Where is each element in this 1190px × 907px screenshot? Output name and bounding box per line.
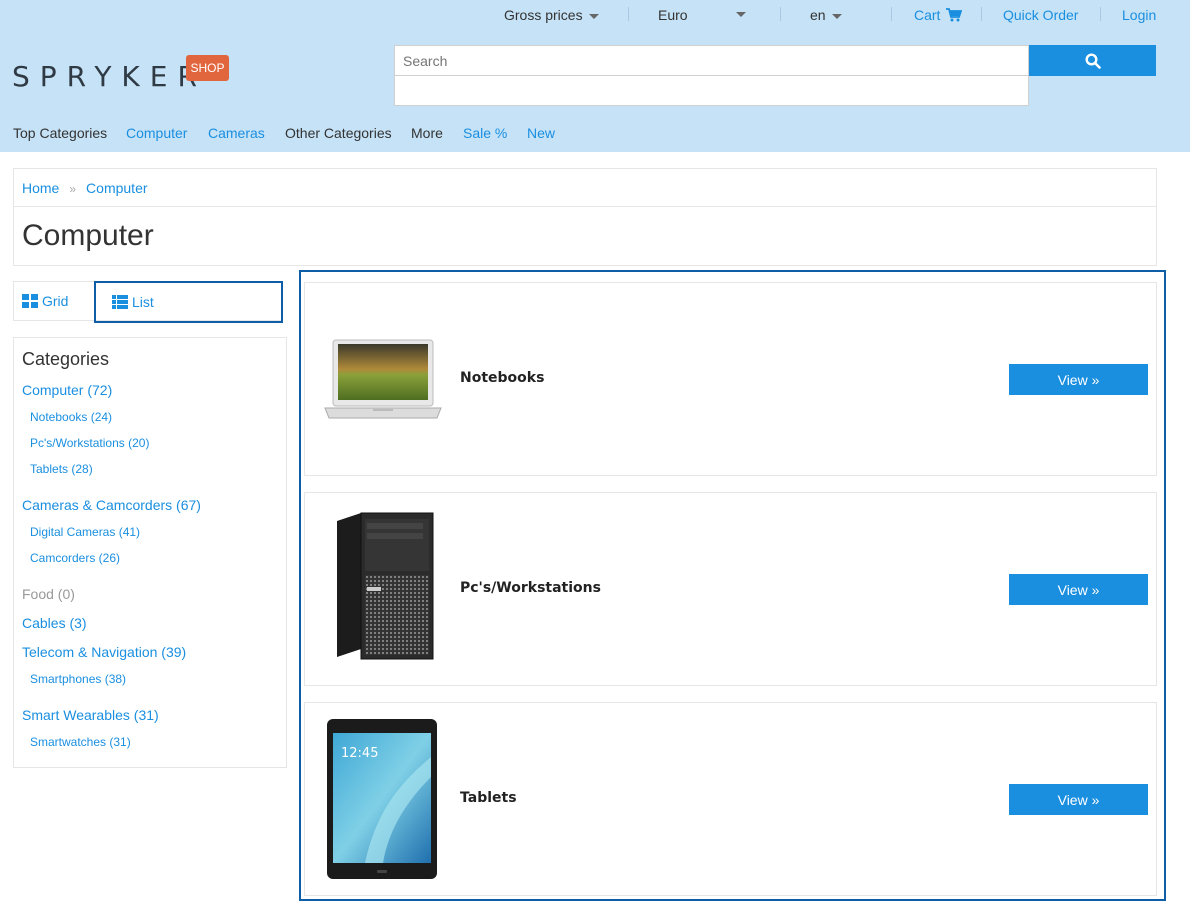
divider [891,7,892,21]
categories-title: Categories [22,349,110,369]
laptop-image [324,339,442,419]
breadcrumb-separator: » [69,182,77,196]
price-mode-select[interactable]: Gross prices [504,6,599,24]
breadcrumb: Home » Computer [22,180,148,197]
grid-view-button[interactable]: Grid [14,282,94,320]
logo[interactable]: SPRYKER [12,60,207,94]
list-view-label: List [132,294,154,310]
search-box [394,45,1029,106]
search-button[interactable] [1029,45,1156,76]
category-computer[interactable]: Computer (72) [22,382,112,398]
product-name[interactable]: Tablets [460,790,517,806]
list-view-button[interactable]: List [94,281,283,323]
currency-select[interactable]: Euro [658,6,688,24]
price-mode-label: Gross prices [504,7,583,23]
quick-order-link[interactable]: Quick Order [1003,6,1078,24]
category-workstations[interactable]: Pc's/Workstations (20) [30,436,149,450]
cart-label: Cart [914,7,941,23]
language-select[interactable]: en [810,6,842,24]
product-name[interactable]: Pc's/Workstations [460,580,601,596]
tablet-image: 12:45 [327,719,437,879]
nav-sale[interactable]: Sale % [463,125,507,141]
category-cables[interactable]: Cables (3) [22,615,87,631]
shop-badge: SHOP [186,55,229,81]
product-card[interactable]: Notebooks View » [304,282,1157,476]
nav-more[interactable]: More [411,125,443,141]
language-label: en [810,7,826,23]
breadcrumb-current[interactable]: Computer [86,180,147,196]
caret-down-icon [588,13,599,19]
breadcrumb-home[interactable]: Home [22,180,59,196]
cart-link[interactable]: Cart [914,6,963,24]
nav-other-categories[interactable]: Other Categories [285,125,392,141]
caret-down-icon[interactable] [736,12,746,17]
category-cameras[interactable]: Cameras & Camcorders (67) [22,497,201,513]
product-name[interactable]: Notebooks [460,370,544,386]
category-smartphones[interactable]: Smartphones (38) [30,672,126,686]
workstation-image [337,512,434,660]
category-tablets[interactable]: Tablets (28) [30,462,93,476]
view-button[interactable]: View » [1009,784,1148,815]
login-link[interactable]: Login [1122,6,1156,24]
category-camcorders[interactable]: Camcorders (26) [30,551,120,565]
list-icon [112,295,128,309]
category-smart-wearables[interactable]: Smart Wearables (31) [22,707,159,723]
category-food: Food (0) [22,586,75,602]
category-digital-cameras[interactable]: Digital Cameras (41) [30,525,140,539]
page-title: Computer [22,219,154,252]
view-button[interactable]: View » [1009,364,1148,395]
divider [14,206,1156,207]
nav-top-categories[interactable]: Top Categories [13,125,107,141]
nav-cameras[interactable]: Cameras [208,125,265,141]
search-icon [1084,52,1101,69]
nav-computer[interactable]: Computer [126,125,187,141]
product-list: Notebooks View » Pc's/Workstations View … [299,270,1166,901]
product-card[interactable]: 12:45 Tablets View » [304,702,1157,896]
view-button[interactable]: View » [1009,574,1148,605]
grid-icon [22,294,38,308]
currency-label: Euro [658,7,688,23]
header: Gross prices Euro en Cart Quick Order Lo… [0,0,1190,152]
svg-text:12:45: 12:45 [341,746,378,761]
nav-new[interactable]: New [527,125,555,141]
grid-view-label: Grid [42,293,69,309]
cart-icon [946,8,963,22]
product-card[interactable]: Pc's/Workstations View » [304,492,1157,686]
breadcrumb-panel: Home » Computer Computer [13,168,1157,266]
divider [1100,7,1101,21]
category-telecom[interactable]: Telecom & Navigation (39) [22,644,186,660]
view-toggle: Grid List [13,281,283,323]
main-nav: Top Categories Computer Cameras Other Ca… [0,125,1190,145]
top-bar: Gross prices Euro en Cart Quick Order Lo… [0,0,1190,30]
search-input[interactable] [395,46,1028,76]
divider [780,7,781,21]
divider [981,7,982,21]
divider [628,7,629,21]
category-smartwatches[interactable]: Smartwatches (31) [30,735,131,749]
category-notebooks[interactable]: Notebooks (24) [30,410,112,424]
categories-panel: Categories Computer (72) Notebooks (24) … [13,337,287,768]
caret-down-icon [831,13,842,19]
